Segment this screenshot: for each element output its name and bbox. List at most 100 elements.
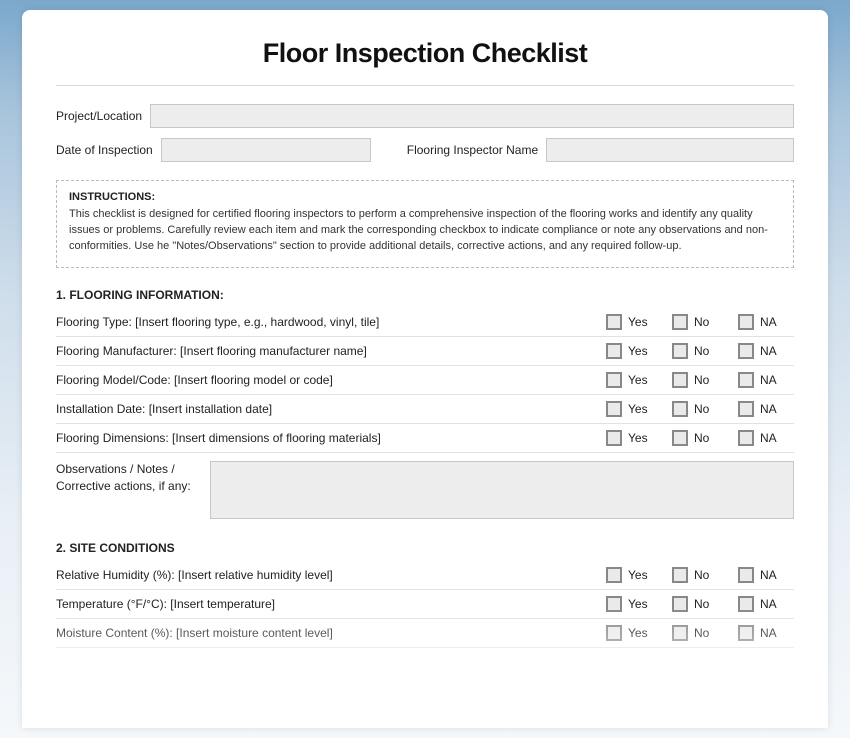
date-label: Date of Inspection: [56, 143, 153, 157]
item-label: Relative Humidity (%): [Insert relative …: [56, 568, 602, 582]
checkbox-na-label: NA: [760, 597, 777, 611]
checkbox-na-label: NA: [760, 431, 777, 445]
checkbox-no-label: No: [694, 568, 709, 582]
checkbox-yes-group: Yes: [606, 343, 668, 359]
checkbox-no[interactable]: [672, 314, 688, 330]
checkbox-na-label: NA: [760, 402, 777, 416]
item-label: Temperature (°F/°C): [Insert temperature…: [56, 597, 602, 611]
checkbox-no[interactable]: [672, 430, 688, 446]
checkbox-na[interactable]: [738, 343, 754, 359]
checkbox-no[interactable]: [672, 372, 688, 388]
page-title: Floor Inspection Checklist: [56, 38, 794, 86]
checkbox-yes[interactable]: [606, 314, 622, 330]
checkbox-na-label: NA: [760, 373, 777, 387]
checkbox-na[interactable]: [738, 567, 754, 583]
checkbox-yes[interactable]: [606, 430, 622, 446]
checkbox-na-label: NA: [760, 568, 777, 582]
date-inspector-row: Date of Inspection Flooring Inspector Na…: [56, 138, 794, 162]
checkbox-yes[interactable]: [606, 567, 622, 583]
notes-row: Observations / Notes / Corrective action…: [56, 453, 794, 519]
checkbox-yes[interactable]: [606, 625, 622, 641]
instructions-box: INSTRUCTIONS: This checklist is designed…: [56, 180, 794, 268]
checkbox-yes[interactable]: [606, 372, 622, 388]
item-row: Flooring Model/Code: [Insert flooring mo…: [56, 366, 794, 395]
checkbox-yes-label: Yes: [628, 402, 648, 416]
checkbox-no-label: No: [694, 402, 709, 416]
checkbox-no-group: No: [672, 625, 734, 641]
checkbox-na-group: NA: [738, 567, 794, 583]
checkbox-yes-group: Yes: [606, 596, 668, 612]
checkbox-na-group: NA: [738, 625, 794, 641]
project-location-input[interactable]: [150, 104, 794, 128]
checkbox-no-group: No: [672, 372, 734, 388]
checkbox-na-group: NA: [738, 314, 794, 330]
checkbox-yes-group: Yes: [606, 430, 668, 446]
checkbox-yes-group: Yes: [606, 567, 668, 583]
checkbox-na[interactable]: [738, 596, 754, 612]
checkbox-na-label: NA: [760, 344, 777, 358]
checkbox-na[interactable]: [738, 430, 754, 446]
item-label: Flooring Model/Code: [Insert flooring mo…: [56, 373, 602, 387]
checkbox-no[interactable]: [672, 596, 688, 612]
checkbox-no[interactable]: [672, 567, 688, 583]
instructions-title: INSTRUCTIONS:: [69, 191, 781, 203]
checkbox-na-group: NA: [738, 430, 794, 446]
item-row: Moisture Content (%): [Insert moisture c…: [56, 619, 794, 648]
section2-title: 2. SITE CONDITIONS: [56, 541, 794, 555]
checkbox-no-label: No: [694, 597, 709, 611]
checkbox-yes-group: Yes: [606, 625, 668, 641]
date-input[interactable]: [161, 138, 371, 162]
checkbox-no[interactable]: [672, 343, 688, 359]
inspector-input[interactable]: [546, 138, 794, 162]
item-row: Flooring Dimensions: [Insert dimensions …: [56, 424, 794, 453]
checkbox-na-group: NA: [738, 343, 794, 359]
checkbox-no-group: No: [672, 314, 734, 330]
project-location-row: Project/Location: [56, 104, 794, 128]
checkbox-yes-label: Yes: [628, 373, 648, 387]
checkbox-no-label: No: [694, 315, 709, 329]
checkbox-no-group: No: [672, 567, 734, 583]
item-row: Relative Humidity (%): [Insert relative …: [56, 561, 794, 590]
item-label: Flooring Manufacturer: [Insert flooring …: [56, 344, 602, 358]
checkbox-na[interactable]: [738, 625, 754, 641]
checkbox-yes-label: Yes: [628, 626, 648, 640]
checkbox-yes-label: Yes: [628, 315, 648, 329]
notes-label: Observations / Notes / Corrective action…: [56, 461, 196, 519]
checkbox-na[interactable]: [738, 372, 754, 388]
checkbox-no[interactable]: [672, 625, 688, 641]
inspector-label: Flooring Inspector Name: [407, 143, 538, 157]
checkbox-na[interactable]: [738, 314, 754, 330]
checkbox-no[interactable]: [672, 401, 688, 417]
checkbox-no-label: No: [694, 373, 709, 387]
checkbox-no-group: No: [672, 401, 734, 417]
checkbox-yes-label: Yes: [628, 431, 648, 445]
checkbox-yes-group: Yes: [606, 314, 668, 330]
item-label: Flooring Dimensions: [Insert dimensions …: [56, 431, 602, 445]
item-row: Installation Date: [Insert installation …: [56, 395, 794, 424]
checkbox-yes-label: Yes: [628, 597, 648, 611]
checkbox-no-group: No: [672, 430, 734, 446]
checkbox-yes[interactable]: [606, 343, 622, 359]
checkbox-no-label: No: [694, 626, 709, 640]
checkbox-yes-label: Yes: [628, 568, 648, 582]
item-label: Flooring Type: [Insert flooring type, e.…: [56, 315, 602, 329]
item-row: Temperature (°F/°C): [Insert temperature…: [56, 590, 794, 619]
checkbox-na-label: NA: [760, 626, 777, 640]
checkbox-yes[interactable]: [606, 401, 622, 417]
checkbox-no-label: No: [694, 344, 709, 358]
checkbox-yes[interactable]: [606, 596, 622, 612]
checkbox-na-group: NA: [738, 401, 794, 417]
checkbox-no-group: No: [672, 596, 734, 612]
notes-input[interactable]: [210, 461, 794, 519]
item-label: Installation Date: [Insert installation …: [56, 402, 602, 416]
checkbox-yes-label: Yes: [628, 344, 648, 358]
item-row: Flooring Manufacturer: [Insert flooring …: [56, 337, 794, 366]
instructions-body: This checklist is designed for certified…: [69, 207, 781, 255]
checkbox-na-group: NA: [738, 372, 794, 388]
checkbox-yes-group: Yes: [606, 372, 668, 388]
checkbox-na[interactable]: [738, 401, 754, 417]
project-location-label: Project/Location: [56, 109, 142, 123]
checkbox-no-label: No: [694, 431, 709, 445]
item-label: Moisture Content (%): [Insert moisture c…: [56, 626, 602, 640]
checkbox-na-label: NA: [760, 315, 777, 329]
